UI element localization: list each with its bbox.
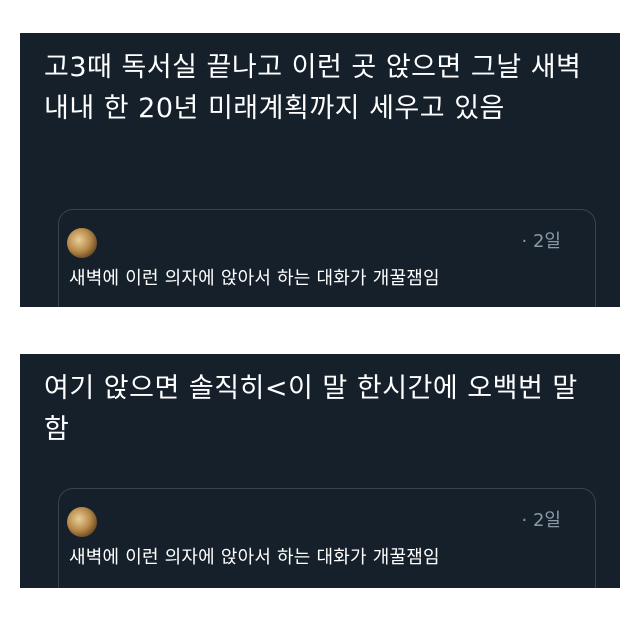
- quoted-tweet-timestamp[interactable]: · 2일: [522, 231, 561, 253]
- quoted-tweet[interactable]: · 2일 새벽에 이런 의자에 앉아서 하는 대화가 개꿀잼임: [58, 209, 596, 307]
- quoted-tweet[interactable]: · 2일 새벽에 이런 의자에 앉아서 하는 대화가 개꿀잼임: [58, 488, 596, 588]
- avatar[interactable]: [67, 507, 97, 537]
- avatar[interactable]: [67, 228, 97, 258]
- tweet-text: 고3때 독서실 끝나고 이런 곳 앉으면 그날 새벽 내내 한 20년 미래계획…: [44, 52, 582, 124]
- quoted-tweet-text: 새벽에 이런 의자에 앉아서 하는 대화가 개꿀잼임: [69, 547, 440, 568]
- tweet-card[interactable]: 고3때 독서실 끝나고 이런 곳 앉으면 그날 새벽 내내 한 20년 미래계획…: [20, 33, 620, 307]
- tweet-text: 여기 앉으면 솔직히<이 말 한시간에 오백번 말함: [44, 373, 578, 445]
- quoted-tweet-timestamp[interactable]: · 2일: [522, 510, 561, 532]
- quoted-tweet-text: 새벽에 이런 의자에 앉아서 하는 대화가 개꿀잼임: [69, 268, 440, 289]
- tweet-card[interactable]: 여기 앉으면 솔직히<이 말 한시간에 오백번 말함 · 2일 새벽에 이런 의…: [20, 354, 620, 588]
